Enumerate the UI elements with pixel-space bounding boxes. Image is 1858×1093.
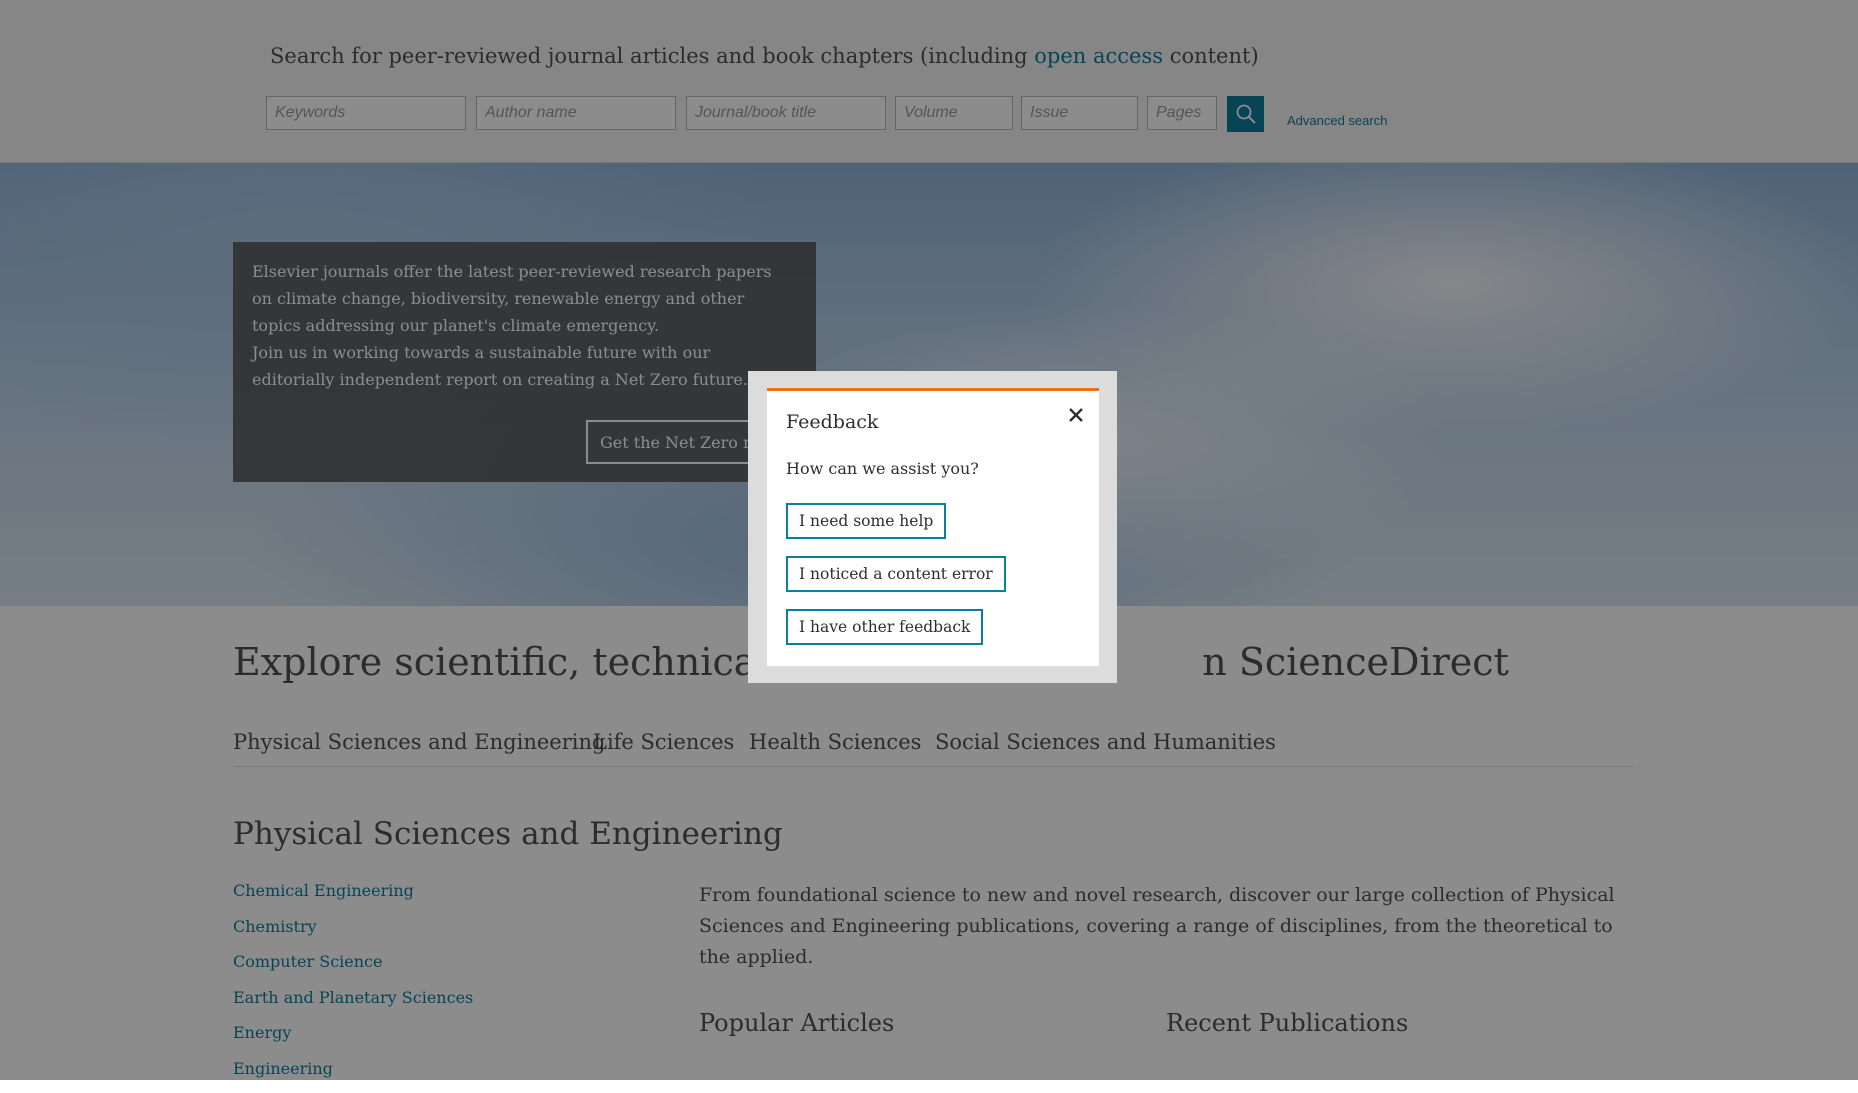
close-button[interactable] bbox=[1062, 401, 1090, 429]
feedback-modal: Feedback How can we assist you? I need s… bbox=[767, 388, 1099, 666]
close-icon bbox=[1062, 401, 1090, 429]
content-error-button[interactable]: I noticed a content error bbox=[786, 556, 1006, 592]
need-help-button[interactable]: I need some help bbox=[786, 503, 946, 539]
other-feedback-button[interactable]: I have other feedback bbox=[786, 609, 983, 645]
modal-title: Feedback bbox=[786, 411, 878, 433]
modal-question: How can we assist you? bbox=[786, 459, 979, 478]
